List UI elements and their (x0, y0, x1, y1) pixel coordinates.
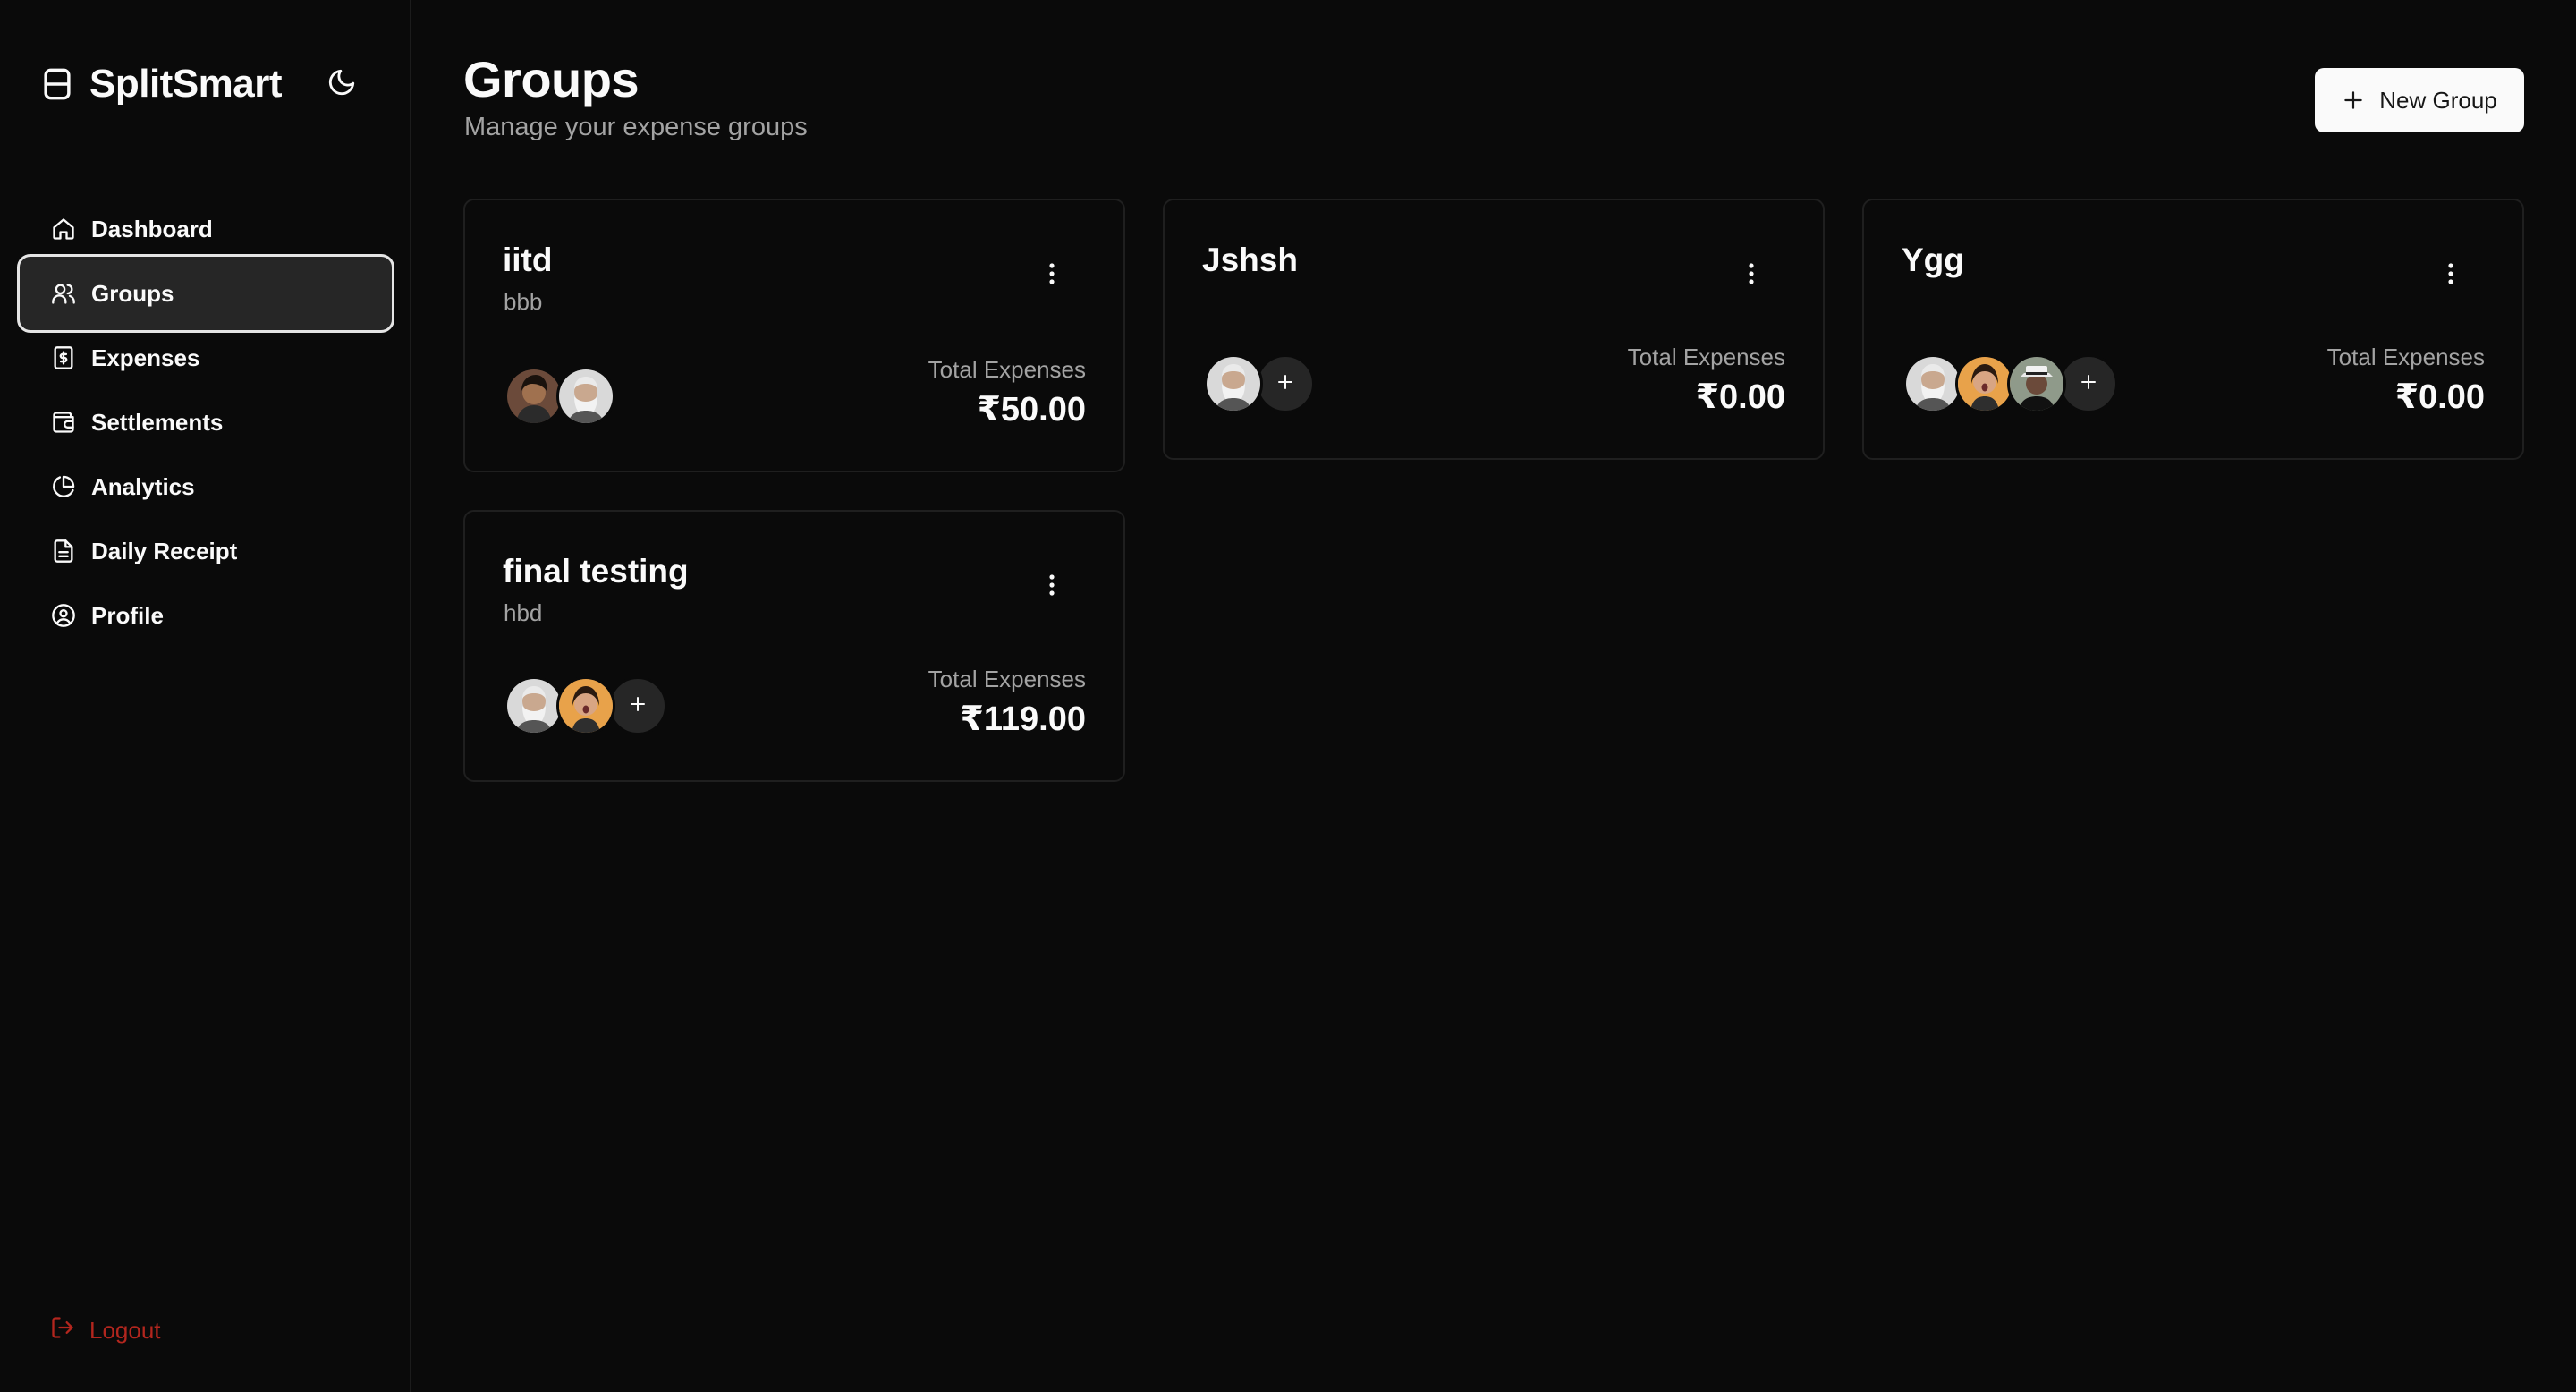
group-card-iitd[interactable]: iitd bbb Total Expenses ₹50.00 (463, 199, 1125, 472)
group-card-ygg[interactable]: Ygg Total Expenses ₹0.00 (1862, 199, 2524, 460)
more-vertical-icon (1048, 573, 1055, 601)
member-avatars (1903, 354, 2118, 413)
group-name: final testing (503, 553, 689, 590)
add-member-button[interactable] (2059, 354, 2118, 413)
home-icon (50, 216, 77, 242)
sidebar-item-label: Groups (91, 279, 174, 307)
group-name: Ygg (1902, 242, 1964, 278)
sidebar-nav: Dashboard Groups Expenses Settlements An… (17, 192, 394, 643)
more-vertical-icon (1048, 262, 1055, 290)
logout-label: Logout (89, 1317, 161, 1344)
add-member-button[interactable] (1256, 354, 1315, 413)
group-description: hbd (504, 599, 543, 626)
new-group-button[interactable]: New Group (2315, 68, 2524, 132)
group-menu-button[interactable] (1034, 569, 1070, 605)
sidebar-item-settlements[interactable]: Settlements (20, 386, 392, 459)
more-vertical-icon (1748, 262, 1755, 290)
user-circle-icon (50, 602, 77, 629)
brand[interactable]: SplitSmart (41, 59, 283, 109)
avatar[interactable] (556, 676, 615, 735)
sidebar-item-analytics[interactable]: Analytics (20, 450, 392, 523)
avatar[interactable] (556, 367, 615, 426)
group-name: Jshsh (1202, 242, 1298, 278)
sidebar-item-label: Dashboard (91, 215, 213, 242)
total-label: Total Expenses (928, 666, 1086, 692)
wallet-icon (50, 409, 77, 436)
member-avatars (504, 676, 667, 735)
brand-name: SplitSmart (89, 62, 283, 106)
avatar[interactable] (504, 367, 564, 426)
avatar[interactable] (1204, 354, 1263, 413)
sidebar: SplitSmart Dashboard Groups Expenses Set… (0, 0, 411, 1392)
users-icon (50, 280, 77, 307)
file-text-icon (50, 538, 77, 564)
wallet-icon (41, 64, 73, 104)
total-value: ₹119.00 (960, 700, 1086, 738)
total-expenses: Total Expenses ₹119.00 (928, 666, 1086, 739)
total-label: Total Expenses (2326, 344, 2485, 370)
receipt-dollar-icon (50, 344, 77, 371)
sidebar-item-dashboard[interactable]: Dashboard (20, 192, 392, 266)
sidebar-item-label: Daily Receipt (91, 537, 238, 564)
more-vertical-icon (2447, 262, 2454, 290)
total-expenses: Total Expenses ₹50.00 (928, 356, 1086, 429)
new-group-label: New Group (2379, 86, 2497, 114)
plus-icon (627, 693, 648, 719)
plus-icon (1275, 371, 1296, 397)
moon-icon (326, 67, 357, 102)
page-title: Groups (463, 51, 640, 107)
avatar[interactable] (2007, 354, 2066, 413)
total-label: Total Expenses (928, 356, 1086, 383)
sidebar-item-label: Settlements (91, 408, 224, 436)
sidebar-item-label: Expenses (91, 344, 200, 371)
total-value: ₹0.00 (1695, 378, 1785, 416)
total-label: Total Expenses (1627, 344, 1785, 370)
sidebar-item-profile[interactable]: Profile (20, 579, 392, 652)
member-avatars (504, 367, 615, 426)
sidebar-item-label: Analytics (91, 472, 195, 500)
group-card-jshsh[interactable]: Jshsh Total Expenses ₹0.00 (1163, 199, 1825, 460)
sidebar-item-label: Profile (91, 601, 164, 629)
total-value: ₹0.00 (2394, 378, 2485, 416)
total-expenses: Total Expenses ₹0.00 (2327, 344, 2485, 417)
plus-icon (2078, 371, 2099, 397)
group-name: iitd (503, 242, 553, 278)
group-description: bbb (504, 288, 543, 315)
page-subtitle: Manage your expense groups (464, 113, 808, 141)
group-card-final-testing[interactable]: final testing hbd Total Expenses ₹119.00 (463, 510, 1125, 782)
plus-icon (2342, 89, 2365, 112)
member-avatars (1204, 354, 1315, 413)
group-menu-button[interactable] (1733, 258, 1769, 293)
sidebar-item-groups[interactable]: Groups (17, 254, 394, 333)
main-content: Groups Manage your expense groups New Gr… (411, 0, 2576, 1392)
avatar[interactable] (1903, 354, 1962, 413)
group-menu-button[interactable] (1034, 258, 1070, 293)
logout-button[interactable]: Logout (50, 1315, 161, 1346)
avatar[interactable] (1955, 354, 2014, 413)
avatar[interactable] (504, 676, 564, 735)
total-value: ₹50.00 (977, 391, 1086, 429)
pie-chart-icon (50, 473, 77, 500)
theme-toggle-button[interactable] (320, 63, 363, 106)
group-menu-button[interactable] (2433, 258, 2469, 293)
logout-icon (50, 1315, 75, 1346)
sidebar-item-expenses[interactable]: Expenses (20, 321, 392, 395)
sidebar-item-daily-receipt[interactable]: Daily Receipt (20, 514, 392, 588)
total-expenses: Total Expenses ₹0.00 (1628, 344, 1785, 417)
add-member-button[interactable] (608, 676, 667, 735)
